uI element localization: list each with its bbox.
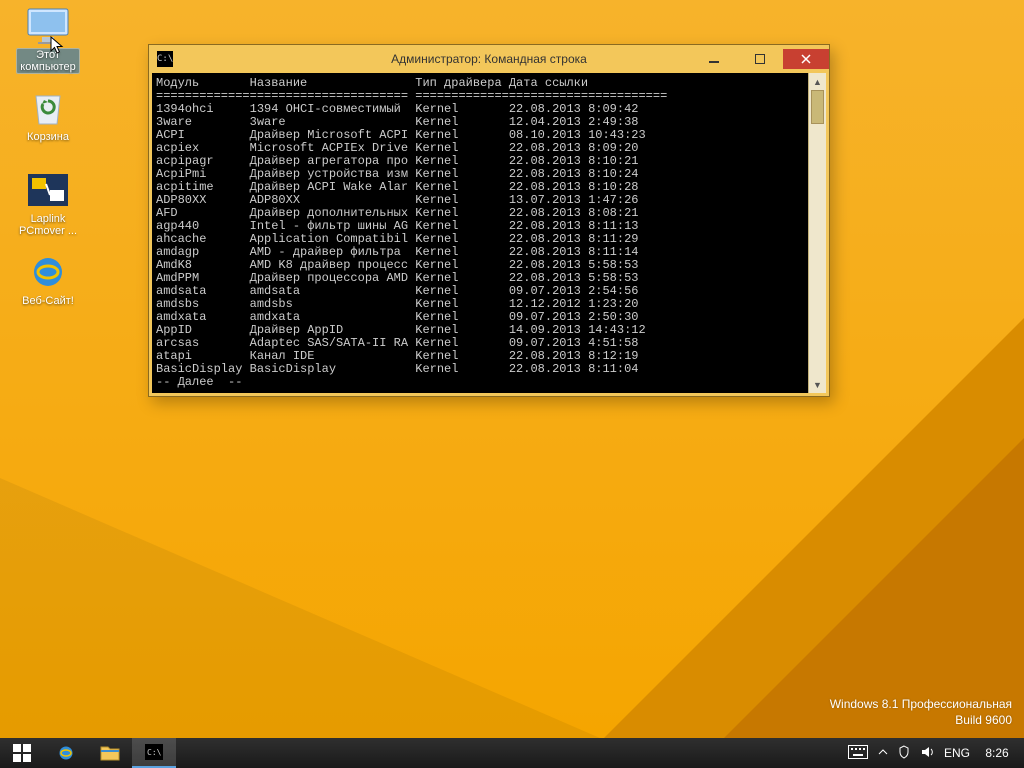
desktop-icon-label: Корзина [24, 131, 72, 143]
minimize-button[interactable] [691, 49, 737, 69]
wallpaper-fold [0, 478, 600, 738]
svg-text:C:\: C:\ [147, 748, 162, 757]
taskbar-cmd[interactable]: C:\ [132, 738, 176, 768]
scrollbar-track[interactable] [811, 90, 824, 376]
window-titlebar[interactable]: C:\ Администратор: Командная строка [149, 45, 829, 73]
wallpaper-fold [724, 438, 1024, 738]
cursor-icon [50, 36, 66, 56]
desktop-icon-this-pc[interactable]: Этоткомпьютер [10, 6, 86, 73]
taskbar-clock[interactable]: 8:26 [980, 746, 1014, 760]
desktop-icon-label: LaplinkPCmover ... [16, 213, 80, 237]
action-center-icon[interactable] [898, 745, 910, 762]
system-tray[interactable]: ENG 8:26 [838, 745, 1024, 762]
desktop-icon-laplink[interactable]: LaplinkPCmover ... [10, 170, 86, 237]
scrollbar-thumb[interactable] [811, 90, 824, 124]
maximize-button[interactable] [737, 49, 783, 69]
cmd-window[interactable]: C:\ Администратор: Командная строка Моду… [148, 44, 830, 397]
taskbar[interactable]: C:\ ENG 8:26 [0, 738, 1024, 768]
scroll-up-icon[interactable]: ▲ [809, 73, 826, 90]
terminal-output[interactable]: Модуль Название Тип драйвера Дата ссылки… [152, 73, 826, 393]
desktop[interactable]: Этоткомпьютер Корзина LaplinkPCmover ...… [0, 0, 1024, 738]
language-indicator[interactable]: ENG [944, 746, 970, 760]
touch-keyboard-icon[interactable] [848, 745, 868, 762]
desktop-icon-website[interactable]: Веб-Сайт! [10, 252, 86, 307]
ie-icon [24, 252, 72, 292]
taskbar-explorer[interactable] [88, 738, 132, 768]
recycle-bin-icon [24, 88, 72, 128]
desktop-icon-label: Веб-Сайт! [19, 295, 77, 307]
tray-chevron-up-icon[interactable] [878, 746, 888, 760]
close-button[interactable] [783, 49, 829, 69]
taskbar-ie[interactable] [44, 738, 88, 768]
windows-watermark: Windows 8.1 Профессиональная Build 9600 [830, 696, 1012, 728]
scroll-down-icon[interactable]: ▼ [809, 376, 826, 393]
desktop-icon-label: Этоткомпьютер [17, 49, 78, 73]
volume-icon[interactable] [920, 745, 934, 762]
start-button[interactable] [0, 738, 44, 768]
scrollbar[interactable]: ▲ ▼ [808, 73, 826, 393]
laplink-icon [24, 170, 72, 210]
cmd-app-icon: C:\ [157, 51, 173, 67]
desktop-icon-recycle-bin[interactable]: Корзина [10, 88, 86, 143]
